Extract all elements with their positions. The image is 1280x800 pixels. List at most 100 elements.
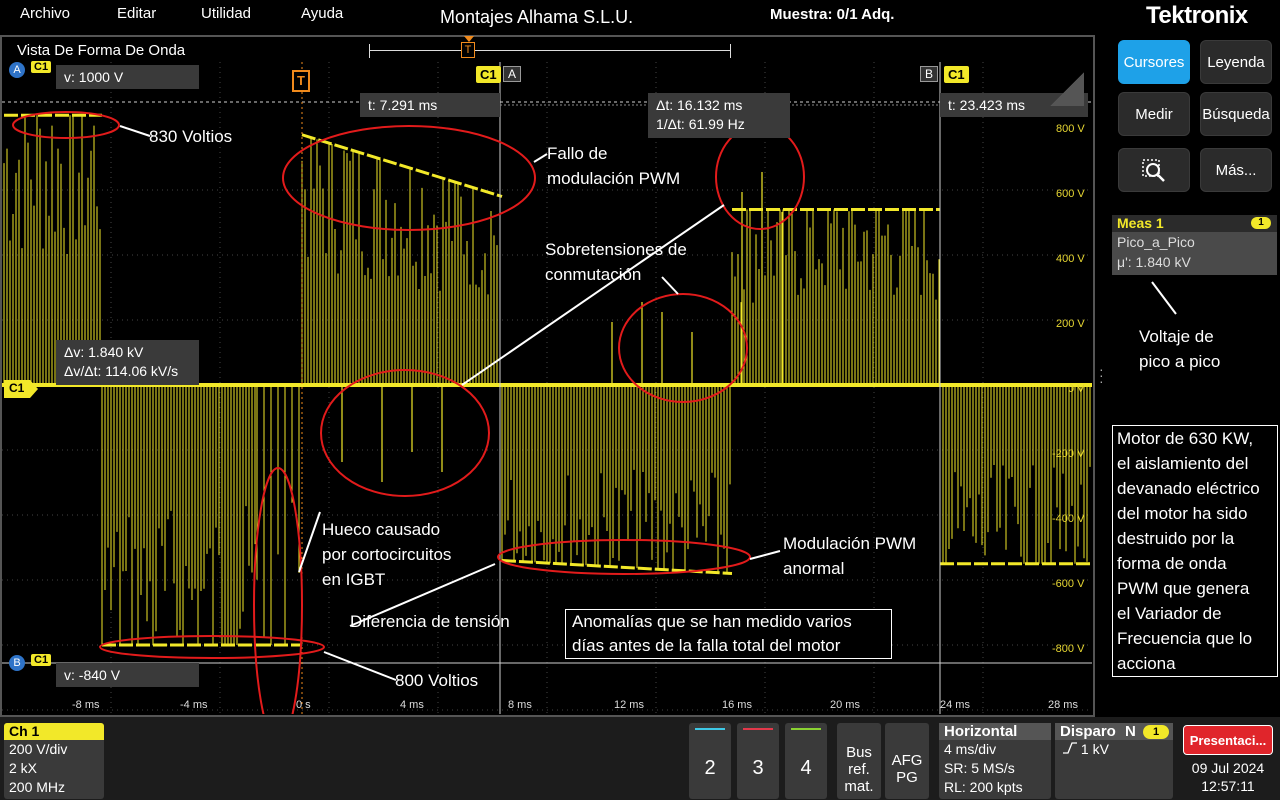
measurement-number: 1	[1251, 217, 1271, 229]
trigger-mode: N	[1125, 723, 1136, 740]
annotation-pwm-fail: Fallo de modulación PWM	[547, 141, 680, 191]
cursors-button[interactable]: Cursores	[1118, 40, 1190, 84]
annotation-line: Anomalías que se han medido varios	[572, 612, 852, 631]
annotation-line: por cortocircuitos	[322, 545, 452, 564]
measurement-badge[interactable]: Meas 1 1 Pico_a_Pico μ': 1.840 kV	[1112, 215, 1277, 275]
channel-1-scale: 200 V/div	[9, 741, 68, 757]
measurement-name: Pico_a_Pico	[1117, 234, 1195, 250]
annotation-line: conmutación	[545, 265, 642, 284]
annotation-line: Motor de 630 KW,	[1117, 429, 1254, 448]
acquisition-status: Muestra: 0/1 Adq.	[770, 6, 895, 23]
annotation-line: anormal	[783, 559, 845, 578]
inverse-delta-t-value: 1/Δt: 61.99 Hz	[656, 116, 745, 132]
more-button[interactable]: Más...	[1200, 148, 1272, 192]
annotation-830v: 830 Voltios	[149, 127, 233, 146]
delta-v-value: Δv: 1.840 kV	[64, 344, 144, 360]
y-tick-label: 800 V	[1056, 123, 1085, 135]
annotation-overvoltage: Sobretensiones de conmutación	[545, 237, 687, 287]
zoom-corner-icon[interactable]	[1050, 72, 1084, 106]
cursor-a-circle-icon[interactable]: A	[9, 62, 25, 78]
annotation-line: Voltaje de	[1139, 327, 1214, 346]
annot-ellipse-800v	[99, 635, 325, 659]
menu-editar[interactable]: Editar	[117, 5, 156, 22]
y-tick-label: 0 V	[1068, 383, 1085, 395]
zoom-search-button[interactable]	[1118, 148, 1190, 192]
measure-button[interactable]: Medir	[1118, 92, 1190, 136]
cursor-a-label[interactable]: A	[503, 66, 522, 82]
annotation-voltage-diff: Diferencia de tensión	[350, 612, 510, 631]
annotation-line: el aislamiento del	[1117, 454, 1249, 473]
annotation-line: del motor ha sido	[1117, 504, 1248, 523]
channel-1-title: Ch 1	[4, 723, 104, 740]
cursor-v-bottom-readout: v: -840 V	[56, 663, 199, 687]
menu-utilidad[interactable]: Utilidad	[201, 5, 251, 22]
x-tick-label: -4 ms	[180, 699, 208, 711]
channel-4-button[interactable]: 4	[785, 723, 827, 799]
date-text: 09 Jul 2024	[1191, 760, 1265, 776]
channel-1-bandwidth: 200 MHz	[9, 779, 66, 795]
record-navigator[interactable]: T	[369, 36, 731, 58]
pointer-pwm-fail	[533, 153, 548, 163]
annotation-line: PWM que genera	[1117, 579, 1250, 598]
delta-voltage-readout: Δv: 1.840 kV Δv/Δt: 114.06 kV/s	[56, 340, 199, 385]
measurement-title: Meas 1 1	[1112, 215, 1277, 232]
settings-bar: Ch 1 200 V/div 2 kX 200 MHz 2 3 4 Bus re…	[0, 717, 1280, 800]
annotation-line: Sobretensiones de	[545, 240, 687, 259]
trigger-level: 1 kV	[1080, 741, 1109, 757]
button-line: Bus	[846, 744, 872, 761]
x-tick-label: 28 ms	[1048, 699, 1078, 711]
button-line: mat.	[844, 778, 874, 795]
afg-pg-button[interactable]: AFG PG	[885, 723, 929, 799]
channel-3-label: 3	[752, 757, 764, 779]
channel-1-badge[interactable]: Ch 1 200 V/div 2 kX 200 MHz	[4, 723, 104, 799]
trigger-marker-icon[interactable]: T	[292, 70, 310, 92]
annotation-line: Modulación PWM	[783, 534, 917, 553]
y-tick-label: 600 V	[1056, 188, 1085, 200]
y-tick-label: -800 V	[1052, 643, 1085, 655]
magnifier-icon	[1142, 159, 1165, 182]
x-tick-label: 12 ms	[614, 699, 644, 711]
cursor-b-circle-icon[interactable]: B	[9, 655, 25, 671]
annotation-line: Fallo de	[547, 144, 608, 163]
panel-resize-grip-icon[interactable]: · · ·	[1099, 362, 1104, 388]
annot-ellipse-pwm-abnormal	[497, 539, 751, 575]
measurement-value: μ': 1.840 kV	[1117, 254, 1191, 270]
channel-2-button[interactable]: 2	[689, 723, 731, 799]
delta-t-value: Δt: 16.132 ms	[656, 97, 743, 113]
trigger-title: Disparo N 1	[1055, 723, 1173, 740]
annotation-line: modulación PWM	[547, 169, 681, 188]
y-tick-label: 200 V	[1056, 318, 1085, 330]
annotation-800v: 800 Voltios	[395, 671, 479, 690]
brand-logo: Tektronix	[1146, 2, 1248, 29]
menu-ayuda[interactable]: Ayuda	[301, 5, 343, 22]
button-line: ref.	[848, 761, 870, 778]
cursor-b-label[interactable]: B	[920, 66, 939, 82]
channel-3-button[interactable]: 3	[737, 723, 779, 799]
trigger-title-text: Disparo	[1060, 723, 1116, 740]
x-tick-label: 24 ms	[940, 699, 970, 711]
presentation-button[interactable]: Presentaci...	[1183, 725, 1273, 755]
rising-edge-icon	[1063, 742, 1077, 754]
annotation-motor-note: Motor de 630 KW, el aislamiento del deva…	[1112, 425, 1278, 677]
x-tick-label: -8 ms	[72, 699, 100, 711]
channel-2-label: 2	[704, 757, 716, 779]
navigator-trigger-icon[interactable]: T	[461, 42, 475, 58]
annotation-line: días antes de la falla total del motor	[572, 636, 841, 655]
legend-button[interactable]: Leyenda	[1200, 40, 1272, 84]
annot-ellipse-neg-overvolt	[320, 369, 490, 497]
annotation-line: pico a pico	[1139, 352, 1221, 371]
annotation-line: acciona	[1117, 654, 1176, 673]
menu-archivo[interactable]: Archivo	[20, 5, 70, 22]
trigger-badge[interactable]: Disparo N 1 1 kV	[1055, 723, 1173, 799]
cursor-v-top-readout: v: 1000 V	[56, 65, 199, 89]
annotation-line: devanado eléctrico	[1117, 479, 1260, 498]
channel-1-impedance: 2 kX	[9, 760, 38, 776]
search-button[interactable]: Búsqueda	[1200, 92, 1272, 136]
cursor-a-time-readout: t: 7.291 ms	[360, 93, 500, 117]
pointer-peak-to-peak	[1151, 281, 1177, 315]
horizontal-badge[interactable]: Horizontal 4 ms/div SR: 5 MS/s RL: 200 k…	[939, 723, 1051, 799]
annotation-pwm-abnormal: Modulación PWM anormal	[783, 531, 916, 581]
bus-ref-math-button[interactable]: Bus ref. mat.	[837, 723, 881, 799]
channel-4-color-stripe	[791, 728, 821, 730]
cursor-a-badge: C1	[476, 66, 501, 83]
